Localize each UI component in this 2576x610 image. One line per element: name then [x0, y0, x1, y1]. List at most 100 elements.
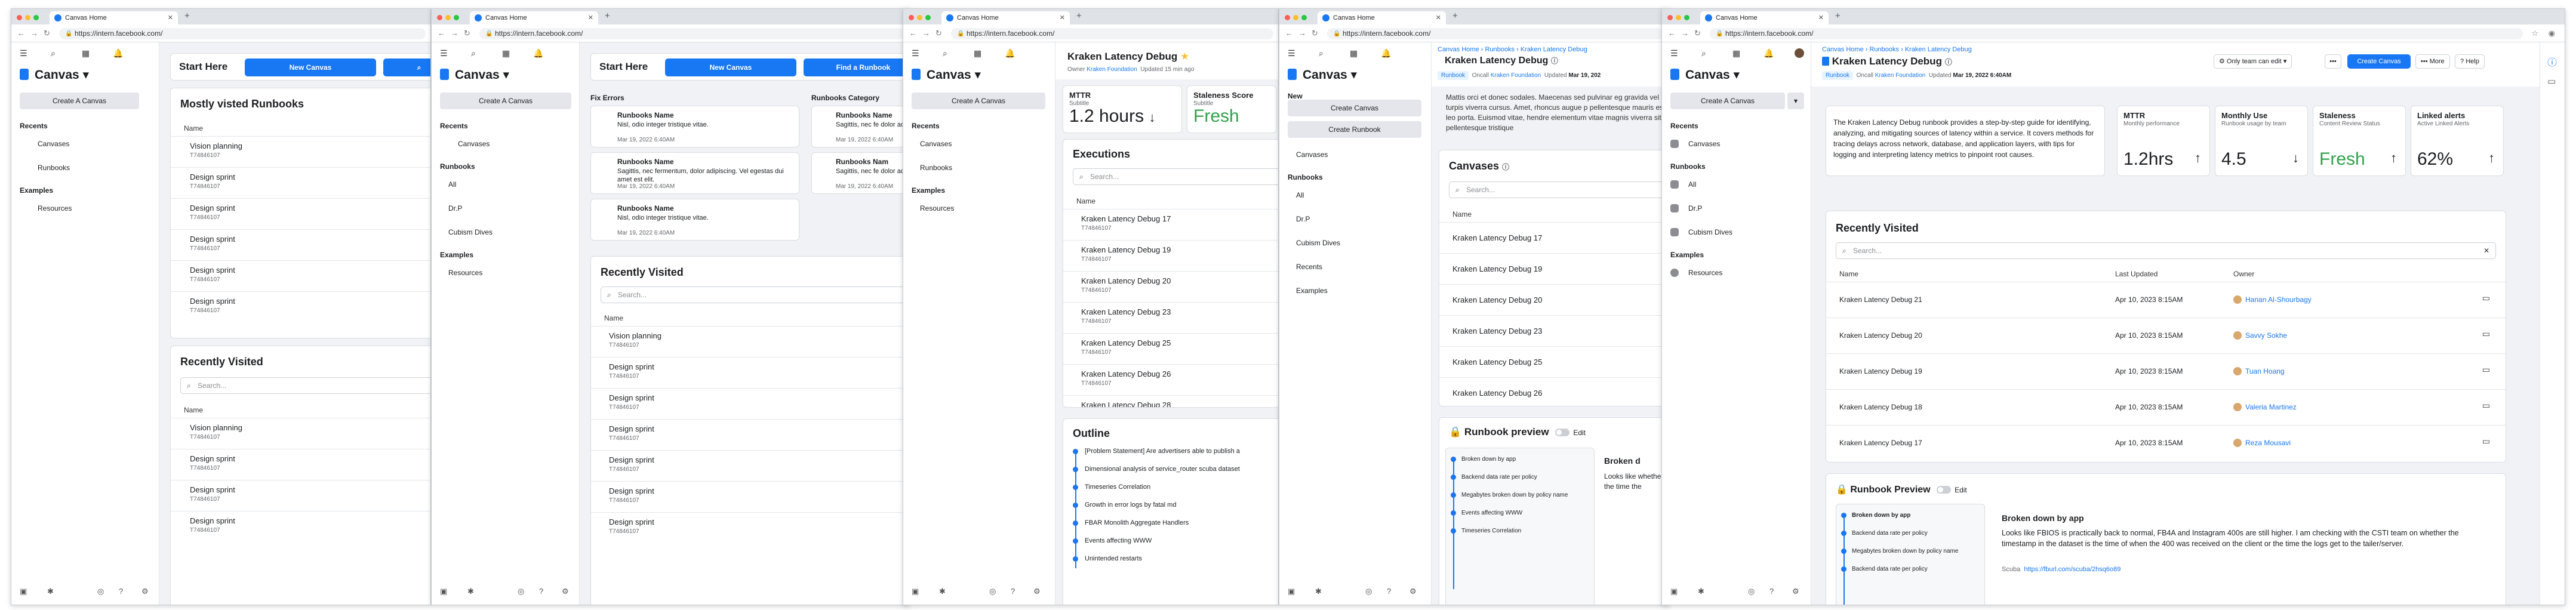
settings-toggle-icon[interactable]: ◎	[1748, 587, 1755, 596]
preview-item[interactable]: Broken down by app	[1852, 512, 1977, 519]
maximize-window-icon[interactable]	[1301, 15, 1307, 20]
table-row[interactable]: Vision planning T74846107	[171, 136, 430, 167]
table-row[interactable]: Design sprint T74846107	[171, 198, 430, 229]
new-tab-icon[interactable]: +	[605, 11, 610, 21]
reload-icon[interactable]: ↻	[464, 29, 470, 38]
grid-icon[interactable]: ▦	[1350, 48, 1358, 58]
new-canvas-button[interactable]: New Canvas	[665, 58, 796, 76]
table-row[interactable]: Design sprint T74846107	[171, 449, 430, 480]
minimize-window-icon[interactable]	[25, 15, 30, 20]
table-row[interactable]: Kraken Latency Debug 19	[1439, 253, 1669, 284]
table-row[interactable]: Kraken Latency Debug 28	[1063, 395, 1278, 407]
close-window-icon[interactable]	[1667, 15, 1673, 20]
owner-link[interactable]: Reza Mousavi	[2245, 439, 2291, 447]
table-row[interactable]: Kraken Latency Debug 20 Apr 10, 2023 8:15…	[1826, 318, 2506, 353]
bug-icon[interactable]: ✱	[939, 587, 946, 596]
browser-tab[interactable]: Canvas Home ✕	[1318, 11, 1446, 24]
share-button[interactable]: ⚙ Only team can edit ▾	[2214, 54, 2292, 69]
forward-icon[interactable]: →	[451, 29, 458, 38]
sidebar-item-drp[interactable]: Dr.P	[1662, 196, 1811, 220]
table-row[interactable]: Design sprint T74846107	[591, 419, 909, 450]
table-row[interactable]: Kraken Latency Debug 25 T74846107	[1063, 333, 1278, 364]
create-canvas-button[interactable]: Create Canvas	[2347, 54, 2411, 69]
table-row[interactable]: Kraken Latency Debug 23	[1439, 315, 1669, 346]
bell-icon[interactable]: 🔔	[1764, 48, 1774, 58]
oncall-link[interactable]: Kraken Foundation	[1491, 72, 1541, 79]
image-icon[interactable]: ▣	[20, 587, 27, 596]
image-icon[interactable]: ▣	[1670, 587, 1678, 596]
comment-icon[interactable]: ▭	[2482, 400, 2490, 411]
star-icon[interactable]: ★	[1180, 51, 1189, 62]
forward-icon[interactable]: →	[1681, 29, 1689, 38]
back-icon[interactable]: ←	[438, 29, 445, 38]
search-input[interactable]: ⌕ Search...	[1073, 168, 1278, 185]
close-tab-icon[interactable]: ✕	[168, 11, 173, 24]
search-input[interactable]: ⌕ Search...	[180, 377, 430, 394]
bookmark-star-icon[interactable]: ☆	[2531, 29, 2538, 38]
brand-title[interactable]: Canvas ▾	[20, 67, 89, 82]
table-row[interactable]: Design sprint T74846107	[171, 229, 430, 260]
outline-item[interactable]: FBAR Monolith Aggregate Handlers	[1085, 519, 1278, 526]
search-icon[interactable]: ⌕	[1319, 48, 1324, 58]
close-window-icon[interactable]	[17, 15, 22, 20]
minimize-window-icon[interactable]	[917, 15, 922, 20]
avatar[interactable]	[1795, 48, 1804, 58]
outline-item[interactable]: [Problem Statement] Are advertisers able…	[1085, 448, 1278, 455]
owner-link[interactable]: Hanan Al-Shourbagy	[2245, 295, 2312, 304]
brand-title[interactable]: Canvas ▾	[1288, 67, 1357, 82]
sidebar-item-runbooks[interactable]: Runbooks	[903, 156, 1055, 180]
browser-tab[interactable]: Canvas Home ✕	[50, 11, 178, 24]
image-icon[interactable]: ▣	[440, 587, 447, 596]
brand-title[interactable]: Canvas ▾	[440, 67, 509, 82]
url-field[interactable]: 🔒 https://intern.facebook.com/	[1327, 28, 1664, 39]
owner-link[interactable]: Savvy Sokhe	[2245, 331, 2287, 340]
outline-item[interactable]: Growth in error logs by fatal md	[1085, 501, 1278, 509]
sidebar-item-drp[interactable]: Dr.P	[1279, 207, 1431, 231]
help-icon[interactable]: ?	[1011, 587, 1015, 596]
sidebar-item-drp[interactable]: Dr.P	[432, 196, 579, 220]
outline-item[interactable]: Timeseries Correlation	[1085, 483, 1278, 491]
table-row[interactable]: Kraken Latency Debug 20 T74846107	[1063, 271, 1278, 302]
grid-icon[interactable]: ▦	[82, 48, 90, 58]
back-icon[interactable]: ←	[17, 29, 25, 38]
gear-icon[interactable]: ⚙	[141, 587, 149, 596]
preview-item[interactable]: Broken down by app	[1461, 455, 1587, 463]
reload-icon[interactable]: ↻	[935, 29, 942, 38]
new-tab-icon[interactable]: +	[1452, 11, 1458, 21]
sidebar-item-cubism-dives[interactable]: Cubism Dives	[1279, 231, 1431, 255]
new-tab-icon[interactable]: +	[1835, 11, 1841, 21]
bug-icon[interactable]: ✱	[467, 587, 474, 596]
sidebar-item-cubism-dives[interactable]: Cubism Dives	[1662, 220, 1811, 244]
close-tab-icon[interactable]: ✕	[1060, 11, 1065, 24]
settings-toggle-icon[interactable]: ◎	[989, 587, 996, 596]
create-dropdown-button[interactable]: ▾	[1787, 93, 1804, 109]
sidebar-item-canvases[interactable]: Canvases	[432, 132, 579, 156]
back-icon[interactable]: ←	[1668, 29, 1676, 38]
help-button[interactable]: ? Help	[2455, 54, 2485, 69]
maximize-window-icon[interactable]	[454, 15, 459, 20]
gear-icon[interactable]: ⚙	[562, 587, 569, 596]
comments-panel-icon[interactable]: ▭	[2547, 76, 2556, 87]
back-icon[interactable]: ←	[1285, 29, 1293, 38]
bell-icon[interactable]: 🔔	[1005, 48, 1015, 58]
help-icon[interactable]: ?	[1387, 587, 1391, 596]
brand-title[interactable]: Canvas ▾	[912, 67, 981, 82]
url-field[interactable]: 🔒 https://intern.facebook.com/	[1710, 28, 2523, 39]
search-icon[interactable]: ⌕	[51, 48, 56, 58]
close-window-icon[interactable]	[909, 15, 914, 20]
browser-tab[interactable]: Canvas Home ✕	[1700, 11, 1829, 24]
table-row[interactable]: Vision planning T74846107	[171, 418, 430, 449]
image-icon[interactable]: ▣	[1288, 587, 1295, 596]
error-card[interactable]: Runbooks Name Nisl, odio integer tristiqu…	[590, 106, 799, 147]
new-tab-icon[interactable]: +	[1076, 11, 1082, 21]
settings-toggle-icon[interactable]: ◎	[97, 587, 104, 596]
search-input[interactable]: ⌕ Search... ✕	[1836, 242, 2496, 259]
gear-icon[interactable]: ⚙	[1792, 587, 1799, 596]
find-runbook-button[interactable]: Find a Runbook	[804, 58, 909, 76]
sidebar-item-canvases[interactable]: Canvases	[1279, 143, 1431, 167]
table-row[interactable]: Kraken Latency Debug 19 T74846107	[1063, 240, 1278, 271]
table-row[interactable]: Design sprint T74846107	[171, 511, 430, 542]
more-button[interactable]: ••• More	[2415, 54, 2450, 69]
settings-toggle-icon[interactable]: ◎	[1365, 587, 1372, 596]
table-row[interactable]: Kraken Latency Debug 17 Apr 10, 2023 8:15…	[1826, 425, 2506, 461]
